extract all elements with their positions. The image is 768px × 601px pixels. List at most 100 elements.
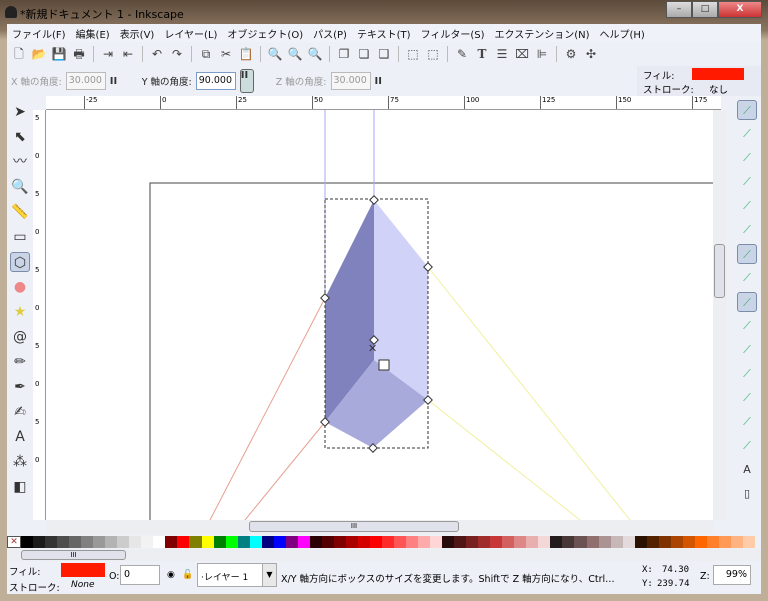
color-swatch[interactable] [430, 536, 443, 548]
color-swatch[interactable] [69, 536, 82, 548]
color-swatch[interactable] [45, 536, 58, 548]
color-swatch[interactable] [514, 536, 527, 548]
layers-icon[interactable]: ☰ [494, 46, 510, 62]
color-swatch[interactable] [538, 536, 551, 548]
color-swatch[interactable] [742, 536, 755, 548]
minimize-button[interactable]: – [666, 1, 692, 18]
color-swatch[interactable] [658, 536, 671, 548]
export-icon[interactable]: ⇤ [120, 46, 136, 62]
menu-item[interactable]: ファイル(F) [7, 24, 71, 42]
color-swatch[interactable] [21, 536, 34, 548]
snap-bbox-mid-icon[interactable]: ⟋ [737, 196, 757, 216]
x-vp-toggle[interactable]: II [110, 76, 120, 87]
ellipse-icon[interactable]: ● [10, 277, 30, 297]
horizontal-ruler[interactable]: -25 0 25 50 75 100 125 150 175 [46, 96, 721, 110]
new-icon[interactable]: 🗋 [11, 46, 27, 62]
pencil-icon[interactable]: ✏ [10, 352, 30, 372]
fill-stroke-icon[interactable]: ✎ [454, 46, 470, 62]
color-swatch[interactable] [369, 536, 382, 548]
node-icon[interactable]: ⬉ [10, 127, 30, 147]
calligraphy-icon[interactable]: ✍ [10, 402, 30, 422]
snap-nodes-icon[interactable]: ⟋ [737, 244, 757, 264]
tweak-icon[interactable]: 〰 [10, 152, 30, 172]
color-swatch[interactable] [490, 536, 503, 548]
snap-path-icon[interactable]: ⟋ [737, 268, 757, 288]
color-swatch[interactable] [93, 536, 106, 548]
eraser-icon[interactable]: ◧ [10, 477, 30, 497]
color-swatch[interactable] [177, 536, 190, 548]
menu-item[interactable]: エクステンション(N) [490, 24, 595, 42]
undo-icon[interactable]: ↶ [149, 46, 165, 62]
menu-item[interactable]: 表示(V) [115, 24, 160, 42]
unlink-clone-icon[interactable]: ❑ [376, 46, 392, 62]
palette-scrollbar[interactable]: III [7, 549, 761, 561]
horizontal-scroll-thumb[interactable]: III [249, 521, 459, 532]
y-angle-input[interactable]: 90.000 [195, 72, 236, 90]
drawing[interactable]: ✕ [46, 110, 713, 520]
snap-object-center-icon[interactable]: ⟋ [737, 388, 757, 408]
color-swatch[interactable] [273, 536, 286, 548]
zoom-page-icon[interactable]: 🔍 [307, 46, 323, 62]
color-swatch[interactable] [610, 536, 623, 548]
horizontal-scrollbar[interactable]: III [46, 520, 713, 534]
canvas[interactable]: ✕ [46, 110, 713, 520]
color-swatch[interactable] [105, 536, 118, 548]
text-icon[interactable]: A [10, 427, 30, 447]
color-swatch[interactable] [357, 536, 370, 548]
color-swatch[interactable] [502, 536, 515, 548]
color-swatch[interactable] [261, 536, 274, 548]
3dbox-icon[interactable]: ⬡ [10, 252, 30, 272]
color-swatch[interactable] [586, 536, 599, 548]
color-swatch[interactable] [670, 536, 683, 548]
selector-icon[interactable]: ➤ [10, 102, 30, 122]
color-swatch[interactable] [33, 536, 46, 548]
star-icon[interactable]: ★ [10, 302, 30, 322]
z-vp-toggle[interactable]: II [375, 76, 385, 87]
group-icon[interactable]: ⬚ [405, 46, 421, 62]
snap-text-baseline-icon[interactable]: A [737, 460, 757, 480]
pen-icon[interactable]: ✒ [10, 377, 30, 397]
xml-editor-icon[interactable]: ⌧ [514, 46, 530, 62]
color-swatch[interactable] [718, 536, 731, 548]
text-icon[interactable]: T [474, 46, 490, 62]
color-swatch[interactable] [345, 536, 358, 548]
snap-bbox-center-icon[interactable]: ⟋ [737, 220, 757, 240]
color-swatch[interactable] [730, 536, 743, 548]
color-swatch[interactable] [646, 536, 659, 548]
menu-item[interactable]: 編集(E) [71, 24, 115, 42]
opacity-input[interactable]: 0 [120, 565, 160, 585]
menu-item[interactable]: フィルター(S) [416, 24, 490, 42]
print-icon[interactable]: 🖶 [71, 46, 87, 62]
redo-icon[interactable]: ↷ [169, 46, 185, 62]
color-swatch[interactable] [622, 536, 635, 548]
layer-lock-icon[interactable]: 🔓 [182, 570, 193, 580]
measure-icon[interactable]: 📏 [10, 202, 30, 222]
save-icon[interactable]: 💾 [51, 46, 67, 62]
zoom-icon[interactable]: 🔍 [10, 177, 30, 197]
palette-scroll-thumb[interactable]: III [21, 550, 126, 560]
color-swatch[interactable] [526, 536, 539, 548]
preferences-icon[interactable]: ⚙ [563, 46, 579, 62]
color-swatch[interactable] [249, 536, 262, 548]
document-properties-icon[interactable]: ✣ [583, 46, 599, 62]
close-button[interactable]: X [718, 1, 762, 18]
import-icon[interactable]: ⇥ [100, 46, 116, 62]
color-swatch[interactable] [381, 536, 394, 548]
color-swatch[interactable] [237, 536, 250, 548]
zoom-selection-icon[interactable]: 🔍 [267, 46, 283, 62]
color-swatch[interactable] [562, 536, 575, 548]
cut-icon[interactable]: ✂ [218, 46, 234, 62]
duplicate-icon[interactable]: ❐ [336, 46, 352, 62]
color-swatch[interactable] [694, 536, 707, 548]
ungroup-icon[interactable]: ⬚ [425, 46, 441, 62]
color-swatch[interactable] [466, 536, 479, 548]
color-swatch[interactable] [418, 536, 431, 548]
color-swatch[interactable] [201, 536, 214, 548]
snap-cusp-icon[interactable]: ⟋ [737, 316, 757, 336]
snap-intersection-icon[interactable]: ⟋ [737, 292, 757, 312]
color-swatch[interactable] [297, 536, 310, 548]
chevron-down-icon[interactable]: ▼ [262, 563, 277, 587]
color-swatch[interactable] [129, 536, 142, 548]
color-swatch[interactable] [189, 536, 202, 548]
menu-item[interactable]: テキスト(T) [352, 24, 416, 42]
